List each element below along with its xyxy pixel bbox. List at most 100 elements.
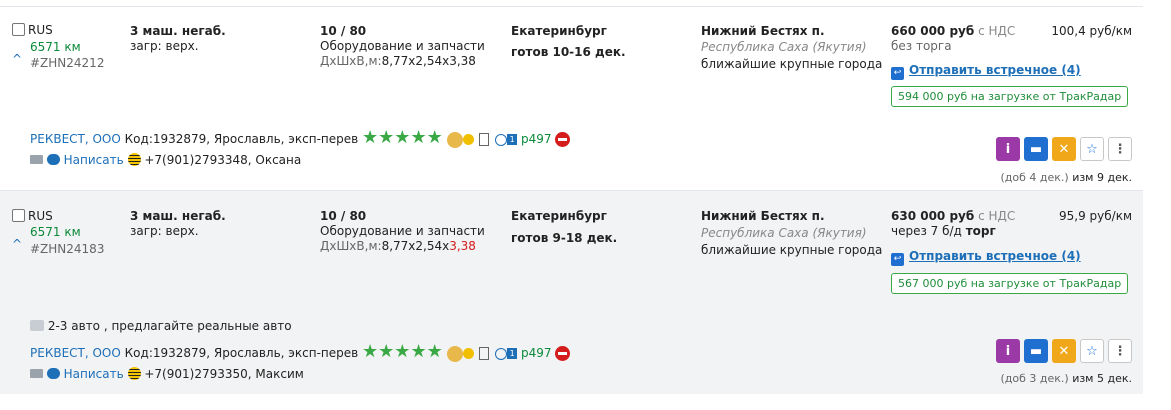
contact-line: Написать +7(901)2793348, Оксана [30, 153, 301, 167]
company-info: Код:1932879, Ярославль, эксп-перев [124, 346, 359, 360]
document-icon [479, 133, 490, 146]
distance: 6571 км [30, 40, 81, 54]
to-region: Республика Саха (Якутия) [701, 40, 867, 54]
cargo-listing-row: RUS 6571 км ^ #ZHN24183 3 маш. негаб. за… [0, 190, 1143, 394]
counter-offer-label[interactable]: Отправить встречное (4) [909, 249, 1081, 263]
listing-code[interactable]: #ZHN24183 [30, 242, 104, 256]
trucks-count: 3 маш. негаб. [130, 209, 226, 223]
contact-line: Написать +7(901)2793350, Максим [30, 367, 304, 381]
price-terms: без торга [891, 39, 952, 53]
write-link[interactable]: Написать [64, 153, 124, 167]
added-date: (доб 3 дек.) [1000, 372, 1069, 385]
to-region: Республика Саха (Якутия) [701, 226, 867, 240]
reply-icon: ↩ [891, 67, 904, 80]
cargo-type: Оборудование и запчасти [320, 224, 485, 238]
blocked-icon [555, 132, 571, 147]
company-name[interactable]: РЕКВЕСТ, ООО [30, 346, 121, 360]
envelope-icon[interactable] [30, 155, 43, 164]
favorite-star-button[interactable]: ☆ [1080, 339, 1104, 363]
blocked-icon [555, 346, 571, 361]
info-button[interactable]: i [996, 137, 1020, 161]
envelope-icon[interactable] [30, 369, 43, 378]
phone: +7(901)2793348, Оксана [144, 153, 302, 167]
document-icon [479, 347, 490, 360]
price-terms: через 7 б/д торг [891, 224, 996, 238]
country-code: RUS [28, 209, 53, 223]
cargo-listing-row: RUS 6571 км ^ #ZHN24212 3 маш. негаб. за… [0, 6, 1143, 190]
trakradar-badge[interactable]: 567 000 руб на загрузке от ТракРадар [891, 273, 1129, 294]
ready-dates: готов 10-16 дек. [511, 45, 626, 59]
timestamps: (доб 4 дек.) изм 9 дек. [1000, 171, 1132, 184]
phone: +7(901)2793350, Максим [144, 367, 304, 381]
count-badge-icon: 1 [507, 134, 518, 145]
loading-type: загр: верх. [130, 224, 199, 238]
timestamps: (доб 3 дек.) изм 5 дек. [1000, 372, 1132, 385]
country-code: RUS [28, 23, 53, 37]
payment-terms: через 7 б/д [891, 224, 962, 238]
hide-button[interactable]: ✕ [1052, 137, 1076, 161]
rating-stars-icon: ★★★★★ [362, 341, 443, 362]
comment-line: 2-3 авто , предлагайте реальные авто [30, 319, 292, 333]
dimensions-height-warning: 3,38 [449, 239, 476, 253]
weight-volume: 10 / 80 [320, 209, 367, 223]
changed-date: изм 9 дек. [1072, 171, 1132, 184]
changed-date: изм 5 дек. [1072, 372, 1132, 385]
distance: 6571 км [30, 225, 81, 239]
cargo-type: Оборудование и запчасти [320, 39, 485, 53]
dimensions: ДхШхВ,м:8,77х2,54х3,38 [320, 239, 476, 253]
company-info: Код:1932879, Ярославль, эксп-перев [124, 132, 359, 146]
vat-label: с НДС [978, 209, 1016, 223]
from-city: Екатеринбург [511, 24, 607, 38]
dimensions-label: ДхШхВ,м: [320, 239, 382, 253]
negotiable-label: торг [965, 224, 996, 238]
counter-offer-link[interactable]: ↩ Отправить встречное (4) [891, 63, 1081, 80]
trucks-count: 3 маш. негаб. [130, 24, 226, 38]
chevron-up-icon[interactable]: ^ [12, 237, 22, 251]
dimensions-label: ДхШхВ,м: [320, 54, 382, 68]
medal-icon [446, 131, 463, 148]
info-button[interactable]: i [996, 339, 1020, 363]
from-city: Екатеринбург [511, 209, 607, 223]
select-checkbox[interactable] [12, 209, 25, 222]
price: 630 000 руб [891, 209, 975, 223]
write-link[interactable]: Написать [64, 367, 124, 381]
beeline-icon [127, 153, 141, 166]
to-city: Нижний Бестях п. [701, 24, 825, 38]
dimensions-value: 8,77х2,54х3,38 [381, 54, 476, 68]
to-city: Нижний Бестях п. [701, 209, 825, 223]
select-checkbox-area[interactable]: RUS [12, 23, 53, 37]
weight-volume: 10 / 80 [320, 24, 367, 38]
coin-icon [462, 134, 474, 145]
to-note: ближайшие крупные города [701, 243, 883, 257]
company-line: РЕКВЕСТ, ООО Код:1932879, Ярославль, экс… [30, 129, 571, 148]
dimensions-value: 8,77х2,54х [381, 239, 450, 253]
hide-button[interactable]: ✕ [1052, 339, 1076, 363]
favorite-star-button[interactable]: ☆ [1080, 137, 1104, 161]
loading-type: загр: верх. [130, 39, 199, 53]
select-checkbox-area[interactable]: RUS [12, 209, 53, 223]
trakradar-badge[interactable]: 594 000 руб на загрузке от ТракРадар [891, 86, 1129, 107]
rate-per-km: 100,4 руб/км [1051, 24, 1132, 38]
listing-code[interactable]: #ZHN24212 [30, 56, 104, 70]
message-button[interactable]: ▬ [1024, 339, 1048, 363]
chevron-up-icon[interactable]: ^ [12, 52, 22, 66]
company-name[interactable]: РЕКВЕСТ, ООО [30, 132, 121, 146]
counter-offer-label[interactable]: Отправить встречное (4) [909, 63, 1081, 77]
price: 660 000 руб [891, 24, 975, 38]
more-button[interactable]: ⋮ [1108, 339, 1132, 363]
more-button[interactable]: ⋮ [1108, 137, 1132, 161]
counter-offer-link[interactable]: ↩ Отправить встречное (4) [891, 249, 1081, 266]
user-check-icon [495, 347, 508, 360]
reply-icon: ↩ [891, 253, 904, 266]
beeline-icon [127, 367, 141, 380]
medal-icon [446, 345, 463, 362]
company-line: РЕКВЕСТ, ООО Код:1932879, Ярославль, экс… [30, 343, 571, 362]
count-badge-icon: 1 [507, 348, 518, 359]
chat-icon [46, 368, 60, 379]
chat-icon [46, 154, 60, 165]
message-button[interactable]: ▬ [1024, 137, 1048, 161]
vat-label: с НДС [978, 24, 1016, 38]
user-check-icon [495, 133, 508, 146]
select-checkbox[interactable] [12, 23, 25, 36]
price-line: 630 000 руб с НДС [891, 209, 1015, 223]
